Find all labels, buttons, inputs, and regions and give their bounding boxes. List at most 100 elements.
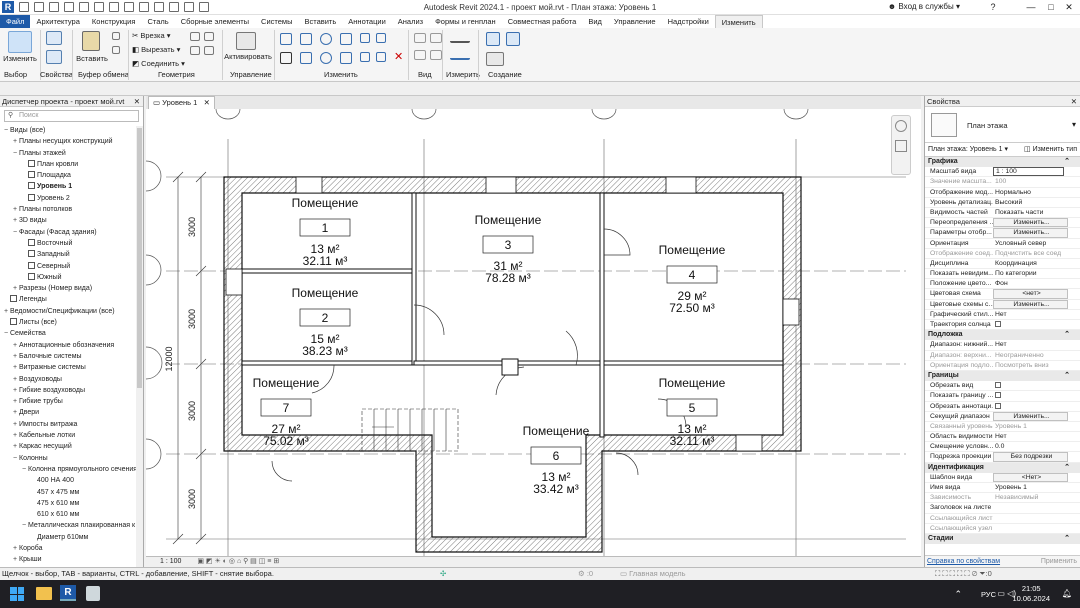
browser-item[interactable]: + Кабельные лотки	[0, 430, 143, 441]
expand-icon[interactable]: +	[11, 215, 19, 226]
pin-icon[interactable]	[414, 33, 426, 43]
browser-item[interactable]: Диаметр 610мм	[0, 532, 143, 543]
dimension-text[interactable]: 12000	[164, 346, 174, 371]
section-graphics[interactable]: Графика ⌃	[925, 157, 1080, 168]
3d-view-icon[interactable]	[139, 2, 149, 12]
help-icon[interactable]: ?	[984, 1, 1002, 13]
modify-cursor-icon[interactable]	[8, 31, 32, 53]
activate-button[interactable]: Активировать	[224, 52, 272, 61]
view-tab-level-1[interactable]: ▭ Уровень 1 ✕	[148, 96, 215, 109]
browser-item[interactable]: 457 x 475 мм	[0, 487, 143, 498]
rotate-icon[interactable]	[320, 52, 332, 64]
tab-2[interactable]: Конструкция	[86, 15, 142, 28]
browser-item[interactable]: − Колонна прямоугольного сечения	[0, 464, 143, 475]
browser-item[interactable]: + Гибкие трубы	[0, 396, 143, 407]
section-phasing[interactable]: Стадии ⌃	[925, 533, 1080, 545]
property-value[interactable]: 1 : 100	[993, 167, 1064, 177]
dimension-text[interactable]: 3000	[187, 489, 197, 509]
browser-item[interactable]: + Витражные системы	[0, 362, 143, 373]
unpin-icon[interactable]	[430, 33, 442, 43]
tab-1[interactable]: Архитектура	[30, 15, 85, 28]
maximize-button[interactable]: □	[1042, 1, 1060, 13]
move-icon[interactable]	[280, 52, 292, 64]
section-extents[interactable]: Границы ⌃	[925, 370, 1080, 382]
browser-item[interactable]: 475 x 610 мм	[0, 498, 143, 509]
section-icon[interactable]	[154, 2, 164, 12]
browser-item[interactable]: +3D виды	[0, 215, 143, 226]
property-checkbox[interactable]	[993, 381, 1080, 390]
tab-8[interactable]: Анализ	[392, 15, 429, 28]
revit-taskbar-icon[interactable]: R	[60, 585, 76, 601]
create-parts-icon[interactable]	[486, 32, 500, 46]
collapse-icon[interactable]: −	[11, 148, 19, 159]
hide-icon[interactable]	[414, 50, 426, 60]
room-tag[interactable]: Помещение613 м²33.42 м³	[523, 424, 590, 496]
browser-item[interactable]: − Фасады (Фасад здания)	[0, 227, 143, 238]
tab-0[interactable]: Файл	[0, 15, 31, 28]
model-selector[interactable]: ▭ Главная модель	[620, 568, 686, 580]
browser-item[interactable]: − Виды (все)	[0, 125, 143, 136]
tab-3[interactable]: Сталь	[141, 15, 174, 28]
close-icon[interactable]: ✕	[134, 96, 140, 107]
file-explorer-icon[interactable]	[36, 587, 52, 600]
browser-item[interactable]: Восточный	[0, 238, 143, 249]
section-identity[interactable]: Идентификация ⌃	[925, 462, 1080, 473]
minimize-button[interactable]: —	[1022, 1, 1040, 13]
instance-selector[interactable]: План этажа: Уровень 1 ▾ ◫ Изменить тип	[925, 143, 1080, 157]
browser-item[interactable]: 400 НА 400	[0, 475, 143, 486]
copy-icon[interactable]	[112, 32, 120, 40]
browser-item[interactable]: + Разрезы (Номер вида)	[0, 283, 143, 294]
paste-icon[interactable]	[82, 31, 100, 51]
collapse-icon[interactable]: ⌃	[1064, 371, 1070, 381]
save-icon[interactable]	[34, 2, 44, 12]
expand-icon[interactable]: +	[11, 430, 19, 441]
tab-4[interactable]: Сборные элементы	[175, 15, 255, 28]
mirror-axis-icon[interactable]	[340, 33, 352, 45]
redo-icon[interactable]	[64, 2, 74, 12]
expand-icon[interactable]: +	[11, 543, 19, 554]
delete-icon[interactable]: ✕	[394, 52, 404, 63]
match-icon[interactable]	[112, 46, 120, 54]
dimension-icon[interactable]	[109, 2, 119, 12]
worksets-icon[interactable]: ✣	[440, 568, 446, 580]
room-tag[interactable]: Помещение215 м²38.23 м³	[292, 286, 359, 358]
browser-item[interactable]: + Ведомости/Спецификации (все)	[0, 306, 143, 317]
browser-item[interactable]: − Планы этажей	[0, 148, 143, 159]
properties-help-link[interactable]: Справка по свойствам	[927, 558, 1000, 565]
split-gap-icon[interactable]	[376, 33, 386, 43]
browser-item[interactable]: План кровли	[0, 159, 143, 170]
open-icon[interactable]	[19, 2, 29, 12]
room-tag[interactable]: Помещение331 м²78.28 м³	[475, 213, 542, 285]
expand-icon[interactable]: +	[11, 441, 19, 452]
property-button[interactable]: <Нет>	[993, 472, 1068, 482]
browser-item[interactable]: + Планы несущих конструкций	[0, 136, 143, 147]
cut-button[interactable]: ◧ Вырезать ▾	[132, 45, 180, 54]
collapse-icon[interactable]: −	[20, 464, 28, 475]
floor-plan[interactable]: 3000 3000 3000 3000 12000 Помещение113 м…	[146, 109, 921, 556]
tab-7[interactable]: Аннотации	[342, 15, 392, 28]
expand-icon[interactable]: +	[11, 340, 19, 351]
chevron-up-icon[interactable]: ⌃	[954, 589, 962, 600]
expand-icon[interactable]: +	[11, 407, 19, 418]
browser-item[interactable]: Уровень 2	[0, 193, 143, 204]
browser-item[interactable]: + Воздуховоды	[0, 374, 143, 385]
expand-icon[interactable]: +	[11, 136, 19, 147]
browser-item[interactable]: 610 x 610 мм	[0, 509, 143, 520]
dimension-text[interactable]: 3000	[187, 309, 197, 329]
browser-item[interactable]: + Каркас несущий	[0, 441, 143, 452]
browser-scrollbar[interactable]	[136, 126, 143, 567]
room-tag[interactable]: Помещение429 м²72.50 м³	[659, 243, 726, 315]
undo-icon[interactable]	[49, 2, 59, 12]
property-button[interactable]: Изменить...	[993, 411, 1068, 421]
sign-in-button[interactable]: ☻ Вход в службы ▾	[888, 2, 960, 11]
split-icon[interactable]	[360, 33, 370, 43]
checkbox[interactable]	[995, 321, 1001, 327]
checkbox[interactable]	[995, 402, 1001, 409]
navigation-bar[interactable]	[891, 115, 911, 175]
close-button[interactable]: ✕	[1060, 1, 1078, 13]
expand-icon[interactable]: +	[11, 374, 19, 385]
browser-item[interactable]: − Колонны	[0, 453, 143, 464]
property-checkbox[interactable]	[993, 391, 1080, 400]
expand-icon[interactable]: +	[2, 306, 10, 317]
create-assembly-icon[interactable]	[486, 52, 504, 66]
